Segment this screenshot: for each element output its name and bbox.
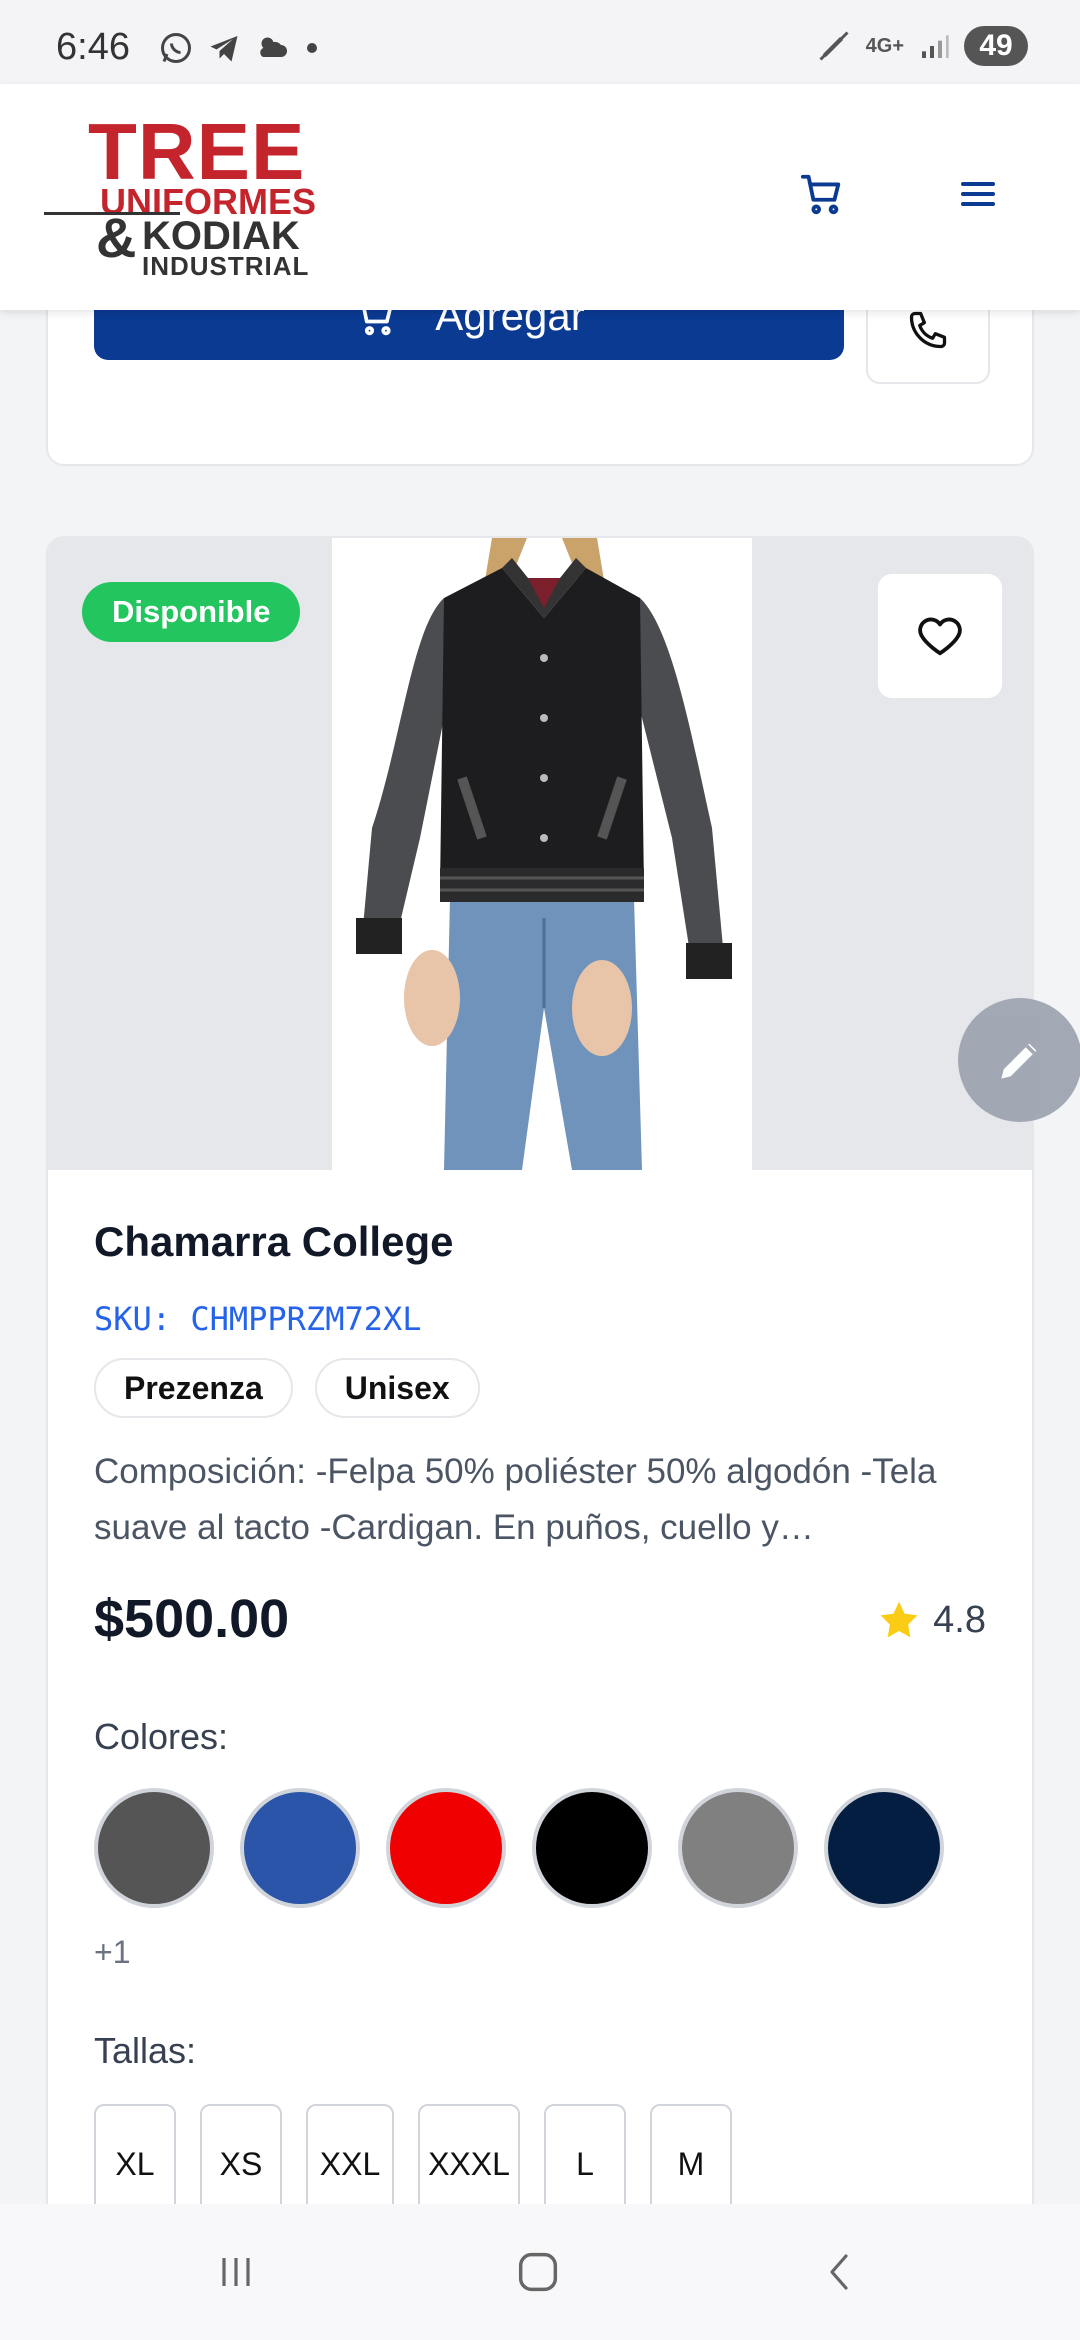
status-bar: 6:46 4G+ 49 — [0, 0, 1080, 84]
back-button[interactable] — [800, 2240, 880, 2304]
color-swatch[interactable] — [824, 1788, 944, 1908]
status-time: 6:46 — [56, 26, 130, 68]
product-photo — [332, 538, 752, 1170]
phone-icon — [909, 311, 947, 349]
product-card[interactable]: Disponible Chamarra College SKU: CHMPPRZ… — [46, 536, 1034, 2236]
heart-icon — [918, 617, 962, 656]
dot-icon — [307, 43, 317, 53]
logo-industrial-text: INDUSTRIAL — [142, 251, 310, 281]
logo-ampersand: & — [96, 206, 137, 269]
signal-icon — [922, 35, 949, 58]
more-colors-count[interactable]: +1 — [94, 1934, 130, 1971]
sizes-label: Tallas: — [94, 2030, 197, 2071]
product-image-area[interactable]: Disponible — [48, 538, 1032, 1170]
notification-icons — [158, 30, 322, 66]
logo-tree-text: TREE — [88, 107, 306, 196]
system-icons: 4G+ 49 — [816, 26, 1028, 66]
product-description: Composición: -Felpa 50% poliéster 50% al… — [94, 1452, 937, 1547]
edit-fab[interactable] — [958, 998, 1080, 1122]
color-swatch[interactable] — [678, 1788, 798, 1908]
availability-badge: Disponible — [82, 582, 301, 642]
network-label: 4G+ — [865, 35, 904, 57]
battery-indicator: 49 — [964, 26, 1028, 66]
home-button[interactable] — [498, 2240, 578, 2304]
recent-apps-button[interactable] — [196, 2240, 276, 2304]
brand-logo[interactable]: TREE UNIFORMES & KODIAK INDUSTRIAL — [44, 112, 324, 282]
colors-label: Colores: — [94, 1716, 229, 1757]
product-rating: 4.8 — [877, 1598, 986, 1642]
favorite-button[interactable] — [878, 574, 1002, 698]
brand-tag: Prezenza — [94, 1358, 293, 1418]
cart-icon — [800, 174, 841, 215]
hamburger-icon — [961, 182, 995, 206]
color-swatch[interactable] — [240, 1788, 360, 1908]
star-icon — [880, 1601, 918, 1638]
menu-button[interactable] — [948, 164, 1008, 224]
color-swatch[interactable] — [94, 1788, 214, 1908]
jacket-illustration — [332, 538, 752, 1170]
gender-tag: Unisex — [314, 1358, 480, 1418]
product-price: $500.00 — [94, 1589, 290, 1649]
system-nav-bar — [0, 2204, 1080, 2340]
pencil-icon — [1001, 1043, 1037, 1079]
home-icon — [518, 2252, 558, 2292]
logo-kodiak-text: KODIAK — [142, 214, 300, 258]
color-swatch[interactable] — [386, 1788, 506, 1908]
telegram-icon — [210, 36, 238, 62]
product-title[interactable]: Chamarra College — [94, 1218, 453, 1266]
cart-button[interactable] — [792, 164, 852, 224]
color-swatch[interactable] — [532, 1788, 652, 1908]
rating-value: 4.8 — [933, 1598, 986, 1641]
weather-icon — [260, 37, 287, 57]
recent-apps-icon — [222, 2258, 250, 2286]
product-sku: SKU: CHMPPRZM72XL — [94, 1300, 422, 1338]
color-swatches — [94, 1788, 944, 1908]
site-header: TREE UNIFORMES & KODIAK INDUSTRIAL — [0, 84, 1080, 310]
whatsapp-icon — [161, 33, 191, 63]
product-tags: Prezenza Unisex — [94, 1358, 480, 1418]
pen-icon — [819, 31, 849, 61]
back-icon — [830, 2254, 848, 2290]
